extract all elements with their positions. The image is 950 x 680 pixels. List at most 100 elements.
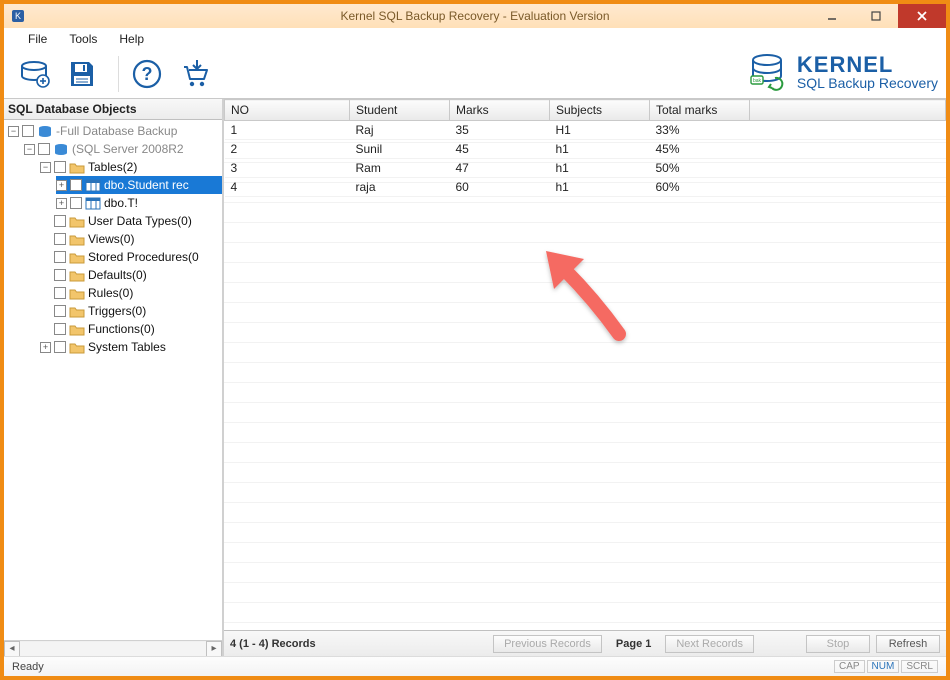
- toolbar: ? bak Kernel SQL Backup Recovery: [4, 50, 946, 98]
- toolbar-save-icon[interactable]: [62, 54, 102, 94]
- stop-button[interactable]: Stop: [806, 635, 870, 653]
- refresh-button[interactable]: Refresh: [876, 635, 940, 653]
- grid-header-row: NO Student Marks Subjects Total marks: [225, 100, 946, 121]
- sidebar: SQL Database Objects − -Full Database Ba…: [4, 99, 224, 656]
- cell-total: 50%: [650, 159, 750, 178]
- scroll-left-icon[interactable]: ◂: [4, 641, 20, 657]
- collapse-icon[interactable]: −: [24, 144, 35, 155]
- col-no[interactable]: NO: [225, 100, 350, 121]
- toolbar-help-icon[interactable]: ?: [127, 54, 167, 94]
- folder-icon: [69, 323, 85, 336]
- tree-functions[interactable]: Functions(0): [40, 320, 222, 338]
- tree-label: Functions(0): [88, 320, 155, 338]
- tree-label: User Data Types(0): [88, 212, 192, 230]
- brand-tagline: SQL Backup Recovery: [797, 76, 938, 90]
- table-row[interactable]: 3Ram47h150%: [225, 159, 946, 178]
- tree-defaults[interactable]: Defaults(0): [40, 266, 222, 284]
- close-button[interactable]: [898, 4, 946, 28]
- col-student[interactable]: Student: [350, 100, 450, 121]
- folder-icon: [69, 251, 85, 264]
- checkbox[interactable]: [54, 323, 66, 335]
- tree-user-data-types[interactable]: User Data Types(0): [40, 212, 222, 230]
- window-title: Kernel SQL Backup Recovery - Evaluation …: [4, 9, 946, 23]
- scroll-right-icon[interactable]: ▸: [206, 641, 222, 657]
- checkbox[interactable]: [22, 125, 34, 137]
- tree-label: Views(0): [88, 230, 134, 248]
- sidebar-header: SQL Database Objects: [4, 99, 222, 120]
- cell-subjects: h1: [550, 178, 650, 197]
- checkbox[interactable]: [54, 161, 66, 173]
- status-cap: CAP: [834, 660, 865, 673]
- tree-tables[interactable]: − Tables(2): [40, 158, 222, 176]
- menu-tools[interactable]: Tools: [59, 30, 107, 48]
- tree-tables-label: Tables(2): [88, 158, 137, 176]
- status-scrl: SCRL: [901, 660, 938, 673]
- status-num: NUM: [867, 660, 900, 673]
- expand-icon[interactable]: +: [56, 180, 67, 191]
- object-tree[interactable]: − -Full Database Backup −: [4, 120, 222, 640]
- tree-views[interactable]: Views(0): [40, 230, 222, 248]
- folder-icon: [69, 269, 85, 282]
- folder-icon: [69, 161, 85, 174]
- next-records-button[interactable]: Next Records: [665, 635, 754, 653]
- menu-file[interactable]: File: [18, 30, 57, 48]
- table-row[interactable]: 1Raj35H133%: [225, 121, 946, 140]
- data-grid[interactable]: NO Student Marks Subjects Total marks 1R…: [224, 99, 946, 630]
- folder-icon: [69, 233, 85, 246]
- expand-icon[interactable]: +: [40, 342, 51, 353]
- title-bar: K Kernel SQL Backup Recovery - Evaluatio…: [4, 4, 946, 28]
- tree-item-student[interactable]: + dbo.Student rec: [56, 176, 222, 194]
- tree-label: Stored Procedures(0: [88, 248, 199, 266]
- table-icon: [85, 197, 101, 210]
- cell-marks: 35: [450, 121, 550, 140]
- checkbox[interactable]: [54, 287, 66, 299]
- col-blank[interactable]: [750, 100, 946, 121]
- cell-subjects: h1: [550, 140, 650, 159]
- checkbox[interactable]: [54, 269, 66, 281]
- tree-rules[interactable]: Rules(0): [40, 284, 222, 302]
- menu-help[interactable]: Help: [109, 30, 154, 48]
- scroll-track[interactable]: [20, 642, 206, 656]
- checkbox[interactable]: [54, 233, 66, 245]
- minimize-button[interactable]: [810, 4, 854, 28]
- col-total[interactable]: Total marks: [650, 100, 750, 121]
- tree-item-student-label: dbo.Student rec: [104, 176, 189, 194]
- tree-item-t-label: dbo.T!: [104, 194, 138, 212]
- checkbox[interactable]: [54, 251, 66, 263]
- sidebar-scrollbar[interactable]: ◂ ▸: [4, 640, 222, 656]
- table-row[interactable]: 4raja60h160%: [225, 178, 946, 197]
- app-window: K Kernel SQL Backup Recovery - Evaluatio…: [0, 0, 950, 680]
- checkbox[interactable]: [70, 179, 82, 191]
- collapse-icon[interactable]: −: [8, 126, 19, 137]
- table-row[interactable]: 2Sunil45h145%: [225, 140, 946, 159]
- checkbox[interactable]: [70, 197, 82, 209]
- tree-stored-procs[interactable]: Stored Procedures(0: [40, 248, 222, 266]
- branding: bak Kernel SQL Backup Recovery: [747, 52, 938, 92]
- toolbar-buy-icon[interactable]: [175, 54, 215, 94]
- checkbox[interactable]: [38, 143, 50, 155]
- cell-no: 2: [225, 140, 350, 159]
- prev-records-button[interactable]: Previous Records: [493, 635, 602, 653]
- checkbox[interactable]: [54, 215, 66, 227]
- tree-server-label: (SQL Server 2008R2: [72, 140, 184, 158]
- status-ready: Ready: [12, 661, 44, 673]
- cell-blank: [750, 159, 946, 178]
- toolbar-open-icon[interactable]: [14, 54, 54, 94]
- cell-blank: [750, 140, 946, 159]
- maximize-button[interactable]: [854, 4, 898, 28]
- cell-marks: 47: [450, 159, 550, 178]
- expand-icon[interactable]: +: [56, 198, 67, 209]
- tree-root[interactable]: − -Full Database Backup: [8, 122, 222, 140]
- tree-server[interactable]: − (SQL Server 2008R2: [24, 140, 222, 158]
- col-marks[interactable]: Marks: [450, 100, 550, 121]
- tree-item-t[interactable]: + dbo.T!: [56, 194, 222, 212]
- collapse-icon[interactable]: −: [40, 162, 51, 173]
- tree-system-tables[interactable]: +System Tables: [40, 338, 222, 356]
- folder-icon: [69, 215, 85, 228]
- tree-triggers[interactable]: Triggers(0): [40, 302, 222, 320]
- records-info: 4 (1 - 4) Records: [230, 638, 316, 650]
- folder-icon: [69, 341, 85, 354]
- checkbox[interactable]: [54, 341, 66, 353]
- checkbox[interactable]: [54, 305, 66, 317]
- col-subjects[interactable]: Subjects: [550, 100, 650, 121]
